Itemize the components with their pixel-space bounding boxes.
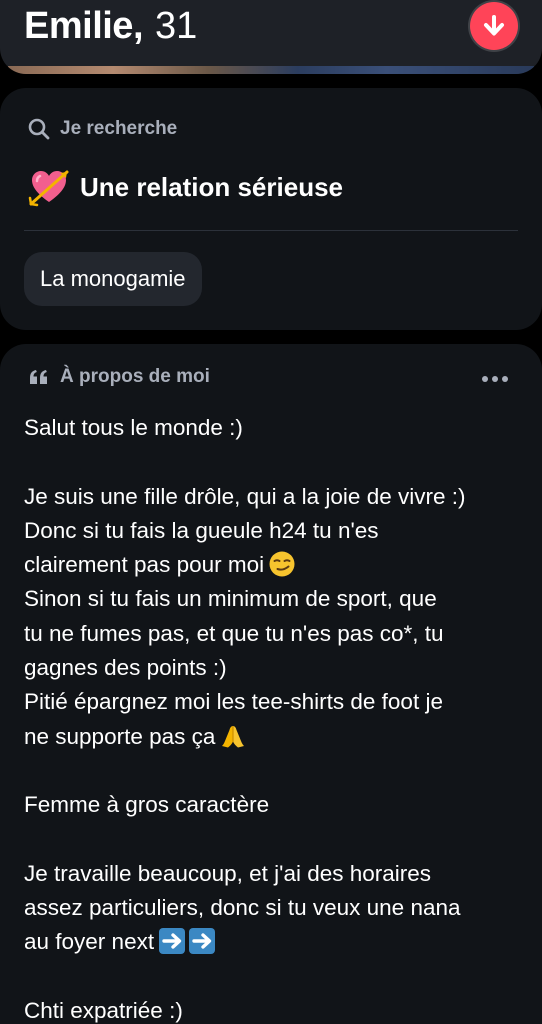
search-icon	[28, 118, 50, 140]
bio-line-text: clairement pas pour moi	[24, 552, 265, 578]
arrow-down-icon	[484, 15, 504, 36]
heart-with-arrow-icon	[28, 170, 69, 207]
looking-for-title: Je recherche	[60, 118, 178, 139]
looking-for-value: Une relation sérieuse	[80, 171, 343, 202]
relationship-type-chip: La monogamie	[24, 252, 202, 306]
bio-line-text: au foyer next	[24, 929, 155, 955]
bio-line: Chti expatriée :)	[24, 998, 183, 1024]
smirking-face-icon	[269, 551, 295, 577]
about-card: À propos de moi Salut tous le monde :) J…	[0, 344, 542, 1024]
profile-header-card: Emilie, 31	[0, 0, 542, 74]
bio-text: Salut tous le monde :) Je suis une fille…	[24, 411, 524, 1024]
more-options-button[interactable]	[478, 372, 512, 386]
more-dots-icon	[482, 376, 488, 382]
bio-line: Salut tous le monde :)	[24, 415, 243, 440]
profile-photo-edge	[8, 66, 534, 74]
bio-line	[24, 754, 524, 788]
bio-line: Sinon si tu fais un minimum de sport, qu…	[24, 586, 437, 612]
about-title: À propos de moi	[60, 366, 210, 387]
bio-line: Pitié épargnez moi les tee-shirts de foo…	[24, 689, 443, 715]
bio-line: Je travaille beaucoup, et j'ai des horai…	[24, 860, 432, 886]
bio-line: Je suis une fille drôle, qui a la joie d…	[24, 483, 466, 509]
right-arrow-icon	[189, 928, 216, 955]
bio-line: assez particuliers, donc si tu veux une …	[24, 895, 461, 921]
section-divider	[24, 230, 518, 231]
name-row: Emilie, 31	[24, 0, 197, 52]
bio-line: tu ne fumes pas, et que tu n'es pas co*,…	[24, 620, 444, 646]
bio-line-text: ne supporte pas ça	[24, 723, 216, 749]
bio-line	[24, 823, 524, 857]
profile-age: 31	[155, 4, 198, 47]
profile-page: Emilie, 31 Je recherche Une relation sér…	[0, 0, 542, 1024]
bio-line-with-emoji: clairement pas pour moi	[24, 548, 524, 582]
bio-line: Femme à gros caractère	[24, 792, 270, 818]
bio-line: Donc si tu fais la gueule h24 tu n'es	[24, 517, 379, 543]
looking-for-value-row: Une relation sérieuse	[28, 166, 343, 208]
bio-line-with-emoji: ne supporte pas ça	[24, 720, 524, 754]
collapse-profile-button[interactable]	[470, 2, 518, 50]
profile-name: Emilie,	[24, 4, 144, 47]
folded-hands-icon	[222, 725, 245, 748]
bio-line	[24, 960, 524, 994]
right-arrow-icon	[159, 928, 186, 955]
bio-line	[24, 445, 524, 479]
bio-line-with-emoji: au foyer next	[24, 925, 524, 959]
about-header: À propos de moi	[28, 366, 210, 388]
quote-icon	[30, 370, 47, 384]
bio-line: gagnes des points :)	[24, 655, 227, 681]
looking-for-card: Je recherche Une relation sérieuse La mo…	[0, 88, 542, 330]
looking-for-header: Je recherche	[28, 118, 177, 140]
